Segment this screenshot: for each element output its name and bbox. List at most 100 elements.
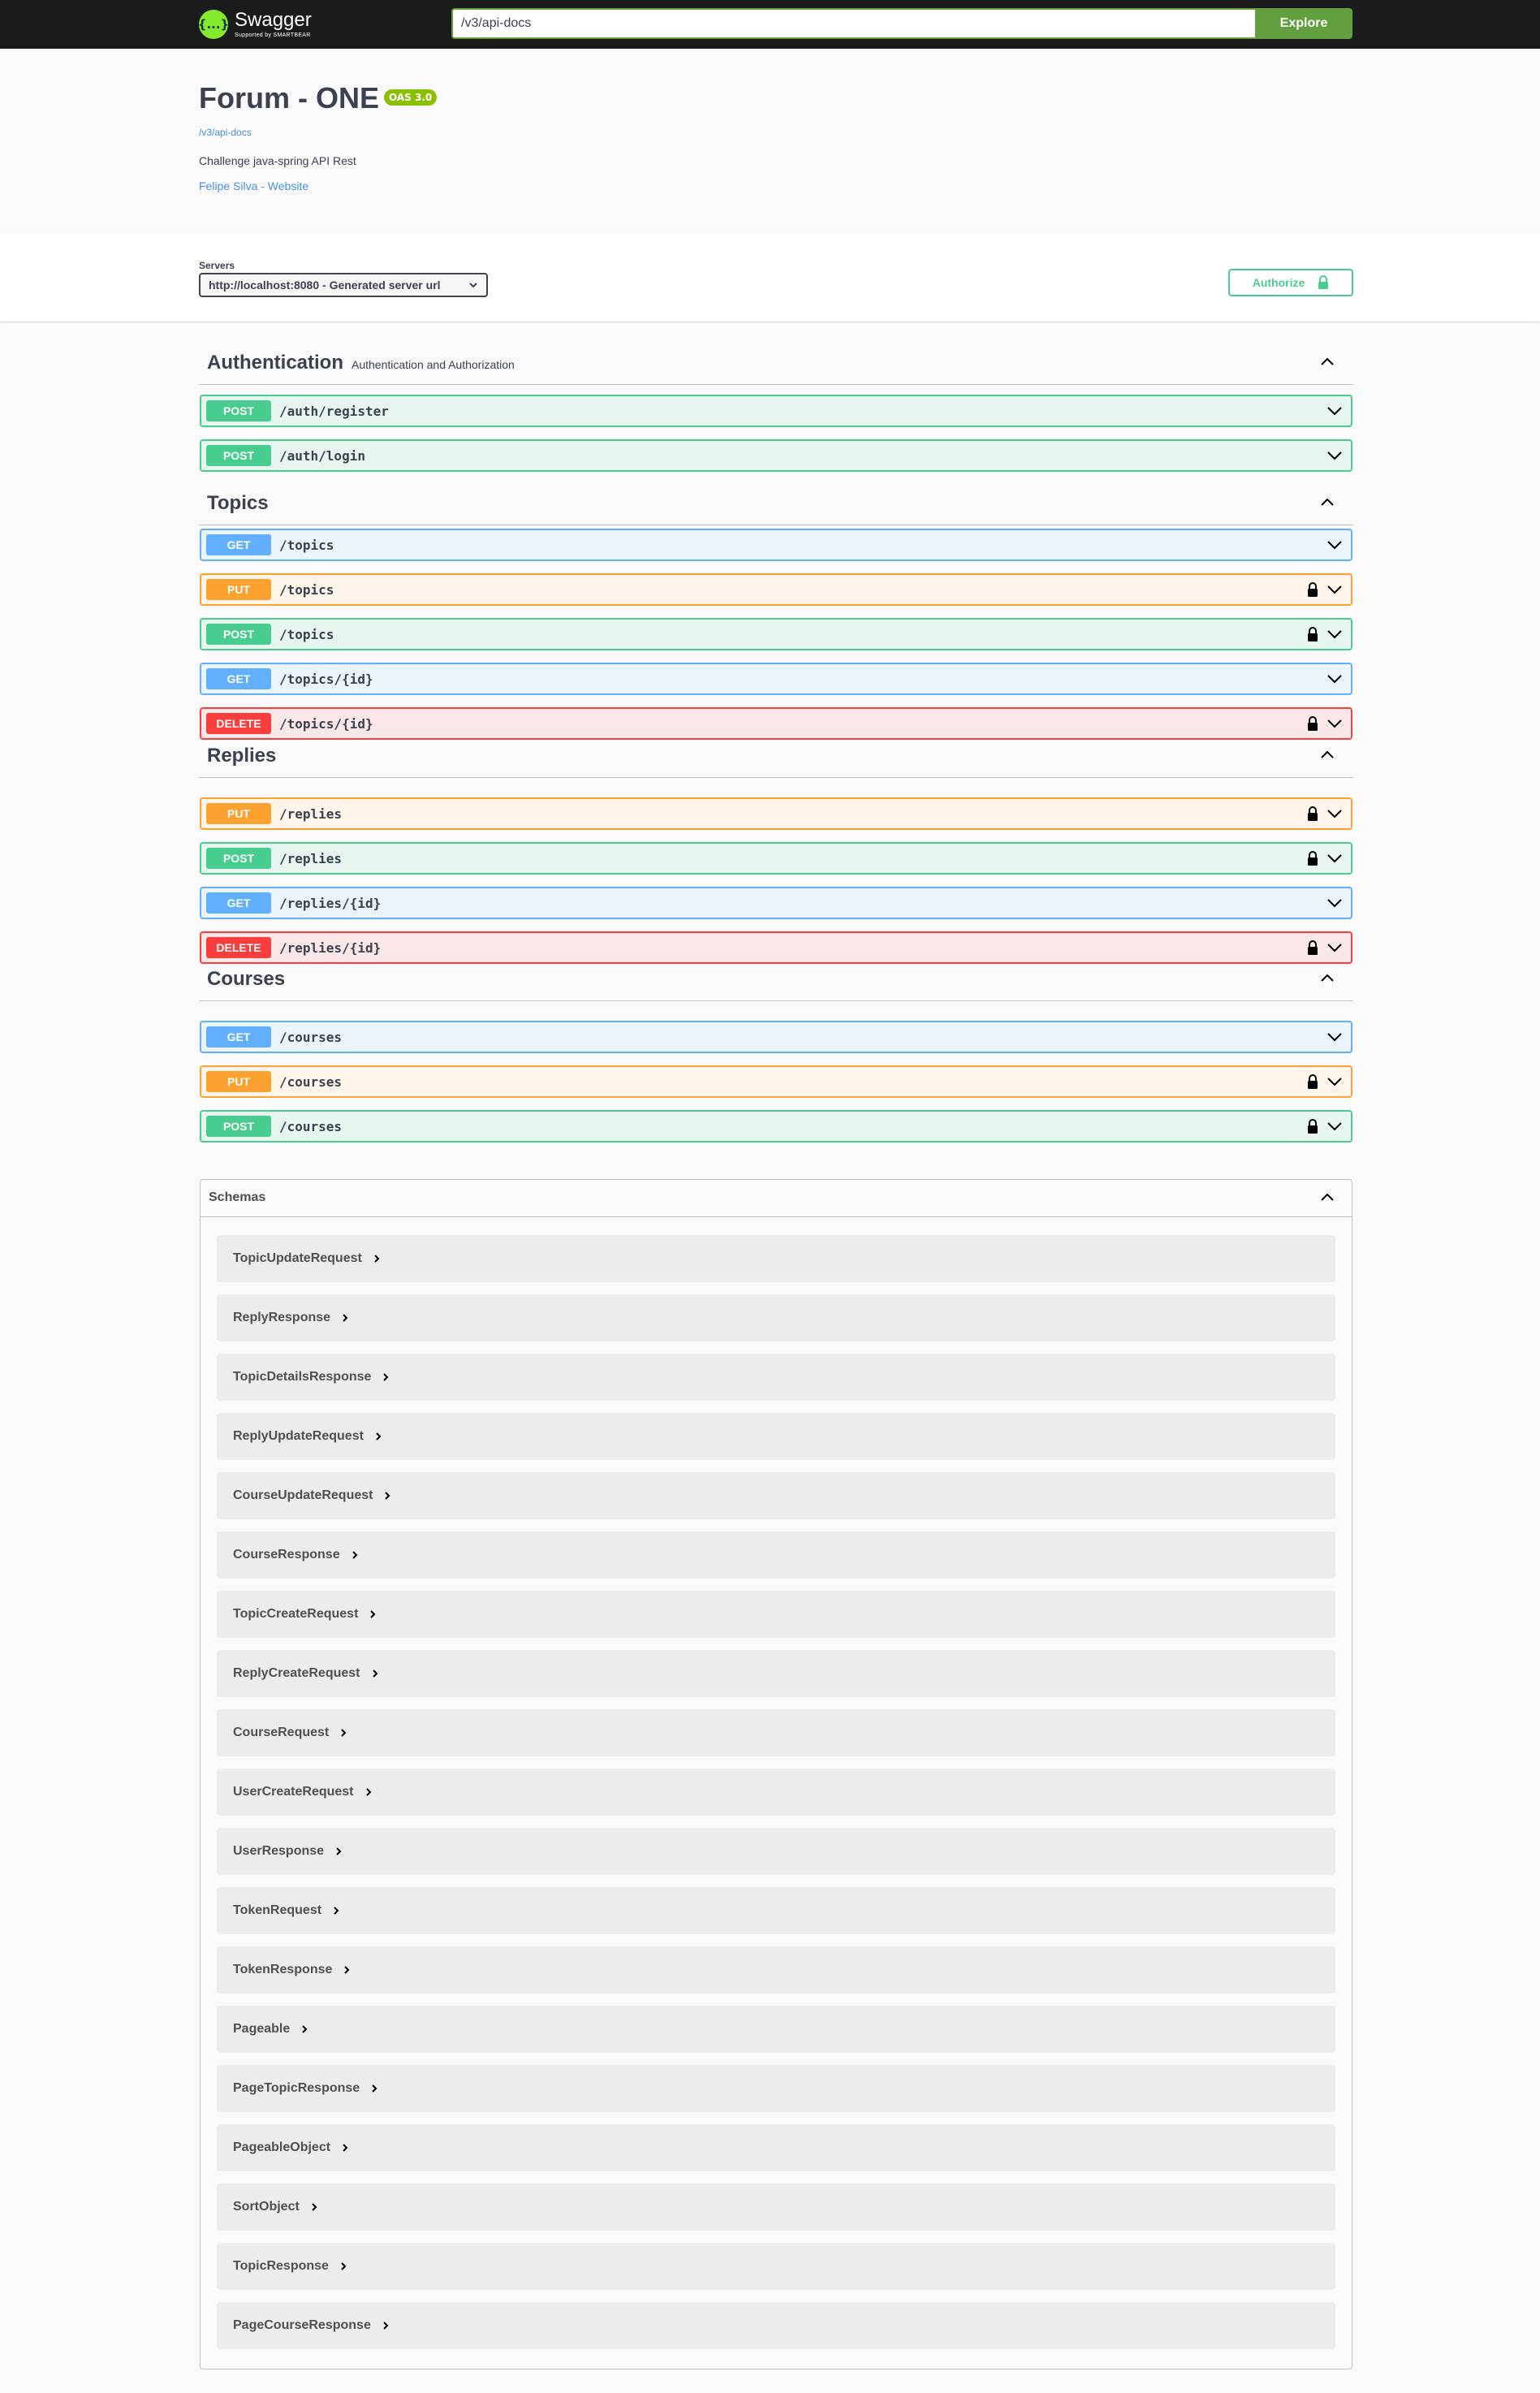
chevron-down-icon[interactable] (1326, 942, 1343, 953)
chevron-right-icon[interactable] (301, 2024, 308, 2034)
chevron-up-icon[interactable] (1319, 972, 1335, 983)
method-badge: GET (206, 534, 271, 555)
chevron-right-icon[interactable] (352, 1550, 358, 1560)
operation-get[interactable]: GET/courses (200, 1021, 1352, 1053)
schema-item[interactable]: PageCourseResponse (217, 2302, 1335, 2349)
chevron-up-icon[interactable] (1319, 496, 1335, 508)
lock-icon[interactable] (1307, 581, 1318, 598)
schema-item[interactable]: ReplyCreateRequest (217, 1650, 1335, 1697)
chevron-right-icon[interactable] (369, 1609, 376, 1619)
operation-post[interactable]: POST/courses (200, 1110, 1352, 1143)
lock-icon[interactable] (1307, 1118, 1318, 1134)
tag-header-topics[interactable]: Topics (199, 482, 1353, 525)
chevron-down-icon[interactable] (1326, 450, 1343, 461)
schema-item[interactable]: ReplyUpdateRequest (217, 1413, 1335, 1460)
chevron-down-icon[interactable] (1326, 1031, 1343, 1043)
authorize-button[interactable]: Authorize (1228, 269, 1353, 296)
chevron-right-icon[interactable] (375, 1432, 382, 1441)
lock-icon[interactable] (1307, 850, 1318, 866)
schema-item[interactable]: TokenRequest (217, 1887, 1335, 1934)
chevron-down-icon[interactable] (1326, 1076, 1343, 1087)
schema-item[interactable]: Pageable (217, 2006, 1335, 2053)
schema-item[interactable]: UserResponse (217, 1828, 1335, 1875)
explore-button[interactable]: Explore (1255, 8, 1352, 39)
contact-link[interactable]: Felipe Silva - Website (199, 179, 308, 192)
tag-header-authentication[interactable]: Authentication Authentication and Authori… (199, 341, 1353, 385)
schema-name: CourseRequest (233, 1726, 330, 1739)
chevron-right-icon[interactable] (335, 1847, 342, 1856)
chevron-down-icon[interactable] (1326, 539, 1343, 551)
operation-put[interactable]: PUT/replies (200, 797, 1352, 830)
chevron-right-icon[interactable] (372, 1669, 378, 1678)
schema-item[interactable]: SortObject (217, 2184, 1335, 2231)
chevron-up-icon[interactable] (1319, 356, 1335, 367)
schema-item[interactable]: PageableObject (217, 2124, 1335, 2171)
tag-header-courses[interactable]: Courses (199, 957, 1353, 1001)
method-badge: PUT (206, 803, 271, 824)
operation-post[interactable]: POST/replies (200, 842, 1352, 875)
swagger-logo[interactable]: {...} Swagger Supported by SMARTBEAR (198, 7, 312, 41)
chevron-right-icon[interactable] (342, 1313, 348, 1323)
schema-item[interactable]: TokenResponse (217, 1946, 1335, 1993)
chevron-down-icon[interactable] (1326, 584, 1343, 595)
lock-icon[interactable] (1307, 939, 1318, 956)
schema-item[interactable]: UserCreateRequest (217, 1769, 1335, 1816)
chevron-right-icon[interactable] (384, 1491, 390, 1501)
chevron-right-icon[interactable] (340, 1728, 347, 1738)
operation-get[interactable]: GET/replies/{id} (200, 887, 1352, 919)
schema-item[interactable]: CourseUpdateRequest (217, 1472, 1335, 1519)
spec-url-input[interactable] (451, 8, 1255, 39)
chevron-down-icon[interactable] (1326, 897, 1343, 909)
chevron-down-icon[interactable] (1326, 1121, 1343, 1132)
schema-name: UserResponse (233, 1844, 325, 1858)
method-badge: DELETE (206, 937, 271, 958)
swagger-logo-icon: {...} (198, 10, 229, 39)
lock-icon[interactable] (1307, 626, 1318, 642)
operation-post[interactable]: POST/auth/register (200, 395, 1352, 427)
chevron-right-icon[interactable] (311, 2202, 317, 2212)
chevron-up-icon[interactable] (1319, 749, 1335, 760)
tag-header-replies[interactable]: Replies (199, 734, 1353, 778)
operation-path: /replies (279, 806, 343, 822)
lock-icon[interactable] (1307, 1073, 1318, 1090)
chevron-down-icon[interactable] (1326, 718, 1343, 729)
operation-path: /replies/{id} (279, 939, 382, 956)
server-select[interactable]: http://localhost:8080 - Generated server… (199, 273, 488, 297)
lock-icon[interactable] (1307, 715, 1318, 732)
chevron-right-icon[interactable] (343, 1965, 350, 1975)
lock-icon[interactable] (1307, 806, 1318, 822)
schema-item[interactable]: TopicCreateRequest (217, 1591, 1335, 1638)
schema-name: TokenResponse (233, 1963, 333, 1976)
chevron-right-icon[interactable] (382, 1372, 389, 1382)
chevron-down-icon[interactable] (1326, 673, 1343, 685)
operation-get[interactable]: GET/topics/{id} (200, 663, 1352, 695)
operation-post[interactable]: POST/auth/login (200, 439, 1352, 472)
schema-item[interactable]: TopicResponse (217, 2243, 1335, 2290)
schema-item[interactable]: ReplyResponse (217, 1294, 1335, 1341)
chevron-right-icon[interactable] (373, 1254, 380, 1263)
schema-item[interactable]: TopicUpdateRequest (217, 1235, 1335, 1282)
chevron-down-icon[interactable] (1326, 628, 1343, 640)
operation-path: /topics/{id} (279, 715, 373, 732)
chevron-right-icon[interactable] (333, 1906, 339, 1916)
schema-item[interactable]: CourseResponse (217, 1531, 1335, 1579)
chevron-right-icon[interactable] (342, 2143, 348, 2153)
chevron-down-icon[interactable] (1326, 853, 1343, 864)
operation-put[interactable]: PUT/courses (200, 1065, 1352, 1098)
schema-item[interactable]: PageTopicResponse (217, 2065, 1335, 2112)
schema-item[interactable]: CourseRequest (217, 1709, 1335, 1756)
chevron-right-icon[interactable] (365, 1787, 372, 1797)
chevron-down-icon[interactable] (1326, 808, 1343, 819)
chevron-right-icon[interactable] (382, 2321, 389, 2330)
operation-get[interactable]: GET/topics (200, 529, 1352, 561)
operation-path: /topics (279, 537, 334, 553)
spec-link[interactable]: /v3/api-docs (199, 127, 252, 138)
schemas-header[interactable]: Schemas (201, 1180, 1352, 1217)
chevron-down-icon[interactable] (1326, 405, 1343, 417)
operation-put[interactable]: PUT/topics (200, 573, 1352, 606)
operation-post[interactable]: POST/topics (200, 618, 1352, 650)
operation-path: /replies/{id} (279, 895, 382, 911)
schema-item[interactable]: TopicDetailsResponse (217, 1354, 1335, 1401)
chevron-right-icon[interactable] (340, 2261, 347, 2271)
chevron-right-icon[interactable] (371, 2084, 377, 2093)
